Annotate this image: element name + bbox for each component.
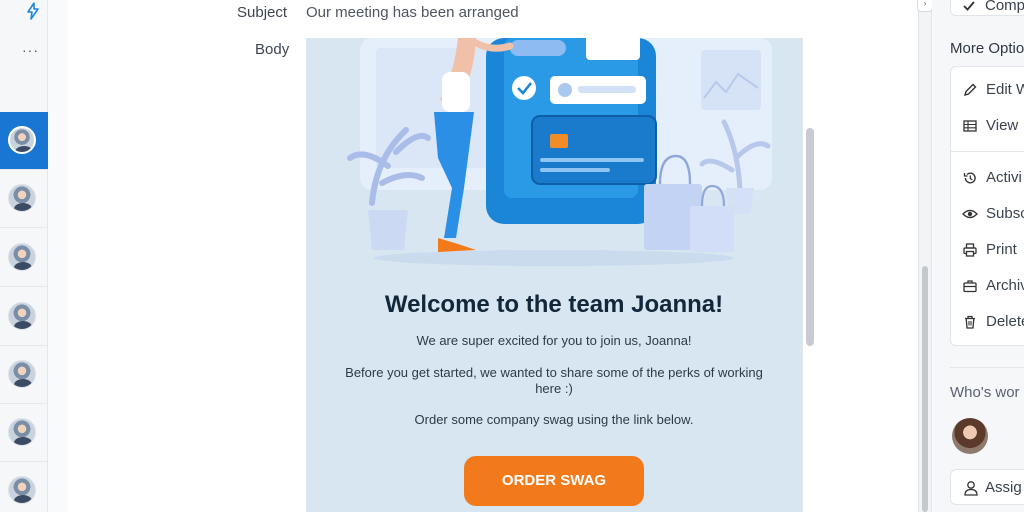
thread-sidebar: ··· [0, 0, 48, 512]
avatar [8, 360, 36, 388]
thread-item[interactable] [0, 404, 48, 462]
thread-item[interactable] [0, 170, 48, 228]
more-options-title: More Optio [950, 40, 1024, 57]
divider [950, 151, 1024, 152]
table-icon [963, 120, 977, 132]
avatar [8, 243, 36, 271]
subject-label: Subject [237, 4, 288, 21]
order-swag-button[interactable]: ORDER SWAG [464, 456, 644, 506]
check-icon [963, 1, 975, 11]
email-heading: Welcome to the team Joanna! [384, 291, 724, 318]
whos-working-title: Who's wor [950, 384, 1020, 401]
thread-item[interactable] [0, 288, 48, 346]
sidebar-gutter [48, 0, 68, 512]
email-scrollbar[interactable] [806, 128, 814, 346]
archive-option-label: Archiv [986, 277, 1024, 294]
briefcase-icon [963, 280, 977, 293]
email-line-2: Before you get started, we wanted to sha… [345, 365, 763, 396]
print-option-label: Print [986, 241, 1017, 258]
pencil-icon [963, 83, 977, 97]
thread-item[interactable] [0, 346, 48, 404]
email-line-3: Order some company swag using the link b… [414, 412, 694, 427]
avatar [8, 418, 36, 446]
activity-option-label: Activi [986, 169, 1022, 186]
panel-scrollbar[interactable] [922, 266, 928, 512]
email-line-1: We are super excited for you to join us,… [416, 333, 692, 348]
avatar [8, 126, 36, 154]
avatar[interactable] [952, 418, 988, 454]
more-icon[interactable]: ··· [22, 42, 39, 58]
avatar [8, 184, 36, 212]
divider [950, 367, 1024, 368]
assign-button[interactable]: Assig [950, 469, 1024, 505]
panel-splitter[interactable]: › [917, 0, 933, 512]
view-option-label: View [986, 117, 1019, 134]
printer-icon [963, 243, 977, 257]
avatar [8, 476, 36, 504]
assign-label: Assig [985, 479, 1022, 496]
complete-label: Comp [985, 0, 1024, 14]
right-panel: Comp More Optio Edit W View Activi Subsc… [932, 0, 1024, 512]
complete-button[interactable]: Comp [950, 0, 1024, 16]
thread-item[interactable] [0, 229, 48, 287]
thread-item[interactable] [0, 462, 48, 512]
avatar [8, 302, 36, 330]
edit-option-label: Edit W [986, 81, 1024, 98]
subject-field[interactable]: Our meeting has been arranged [306, 4, 519, 21]
user-icon [964, 481, 978, 496]
history-icon [963, 172, 976, 184]
app-window: ··· Subject Our meeting has been arrange… [0, 0, 1024, 512]
email-body-preview[interactable]: Welcome to the team Joanna! We are super… [306, 38, 802, 512]
chevron-right-icon[interactable]: › [917, 0, 933, 12]
trash-icon [965, 315, 975, 329]
body-label: Body [255, 41, 290, 58]
thread-item[interactable] [0, 112, 48, 170]
eye-icon [962, 209, 978, 219]
delete-option-label: Delete [986, 313, 1024, 330]
welcome-illustration [347, 38, 772, 266]
lightning-icon[interactable] [24, 2, 42, 20]
subscribe-option-label: Subsc [986, 205, 1024, 222]
